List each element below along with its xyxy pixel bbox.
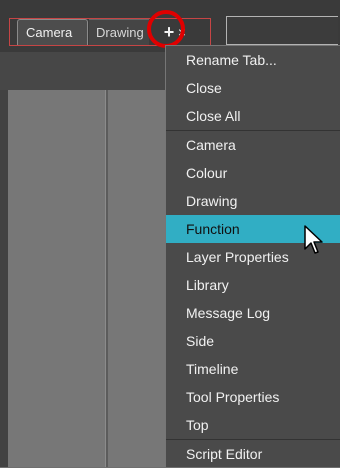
- menu-item-label: Side: [186, 333, 215, 349]
- menu-item-label: Timeline: [186, 361, 239, 377]
- center-panel-area: [108, 90, 165, 467]
- menu-item-colour[interactable]: Colour: [166, 159, 340, 187]
- menu-item-library[interactable]: Library: [166, 271, 340, 299]
- menu-item-label: Rename Tab...: [186, 52, 277, 68]
- tab-camera-label: Camera: [26, 25, 73, 40]
- left-frame-border: [0, 90, 8, 467]
- menu-item-script-editor[interactable]: Script Editor: [166, 440, 340, 468]
- tab-context-menu: Rename Tab... Close Close All Camera Col…: [165, 45, 340, 467]
- menu-item-label: Layer Properties: [186, 249, 289, 265]
- menu-item-timeline[interactable]: Timeline: [166, 355, 340, 383]
- menu-item-side[interactable]: Side: [166, 327, 340, 355]
- menu-item-camera[interactable]: Camera: [166, 131, 340, 159]
- tab-drawing[interactable]: Drawing: [89, 19, 149, 45]
- add-tab-button[interactable]: +: [161, 22, 177, 42]
- menu-item-message-log[interactable]: Message Log: [166, 299, 340, 327]
- menu-item-close-all[interactable]: Close All: [166, 102, 340, 130]
- menu-item-label: Colour: [186, 165, 228, 181]
- left-panel-area: [8, 90, 105, 467]
- menu-item-label: Function: [186, 221, 240, 237]
- menu-item-rename-tab[interactable]: Rename Tab...: [166, 46, 340, 74]
- menu-item-label: Script Editor: [186, 446, 263, 462]
- tab-drawing-label: Drawing: [96, 25, 144, 40]
- workspace: Camera Drawing + × Rename Tab... Close C…: [0, 0, 340, 467]
- menu-item-function[interactable]: Function: [166, 215, 340, 243]
- menu-item-drawing[interactable]: Drawing: [166, 187, 340, 215]
- right-top-panel: [226, 16, 338, 45]
- plus-icon: +: [163, 22, 175, 42]
- menu-item-label: Close: [186, 80, 222, 96]
- menu-item-label: Close All: [186, 108, 241, 124]
- close-icon: ×: [177, 24, 187, 40]
- menu-item-layer-properties[interactable]: Layer Properties: [166, 243, 340, 271]
- menu-item-label: Top: [186, 417, 209, 433]
- menu-item-label: Library: [186, 277, 229, 293]
- menu-item-label: Drawing: [186, 193, 238, 209]
- menu-item-tool-properties[interactable]: Tool Properties: [166, 383, 340, 411]
- close-tab-button[interactable]: ×: [177, 24, 187, 40]
- menu-item-top[interactable]: Top: [166, 411, 340, 439]
- menu-item-label: Message Log: [186, 305, 271, 321]
- tab-camera[interactable]: Camera: [17, 19, 88, 45]
- menu-item-label: Tool Properties: [186, 389, 280, 405]
- menu-item-label: Camera: [186, 137, 236, 153]
- menu-item-close[interactable]: Close: [166, 74, 340, 102]
